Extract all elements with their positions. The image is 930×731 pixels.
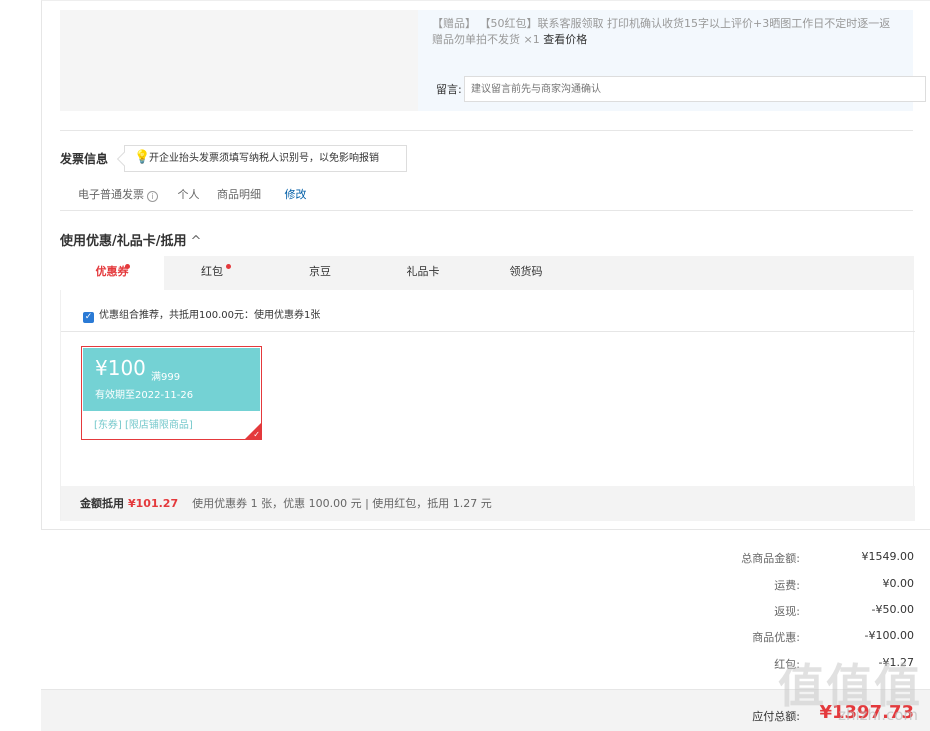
tab-redpacket[interactable]: 红包 — [164, 256, 260, 290]
view-price-link[interactable]: 查看价格 — [543, 33, 587, 46]
invoice-content: 商品明细 — [217, 188, 261, 201]
lightbulb-icon: 💡 — [134, 150, 151, 165]
coupon-tags: [东券] [限店铺限商品] — [94, 420, 193, 431]
combo-recommend[interactable]: ✓ 优惠组合推荐，共抵用100.00元：使用优惠券1张 — [83, 306, 320, 323]
total-row: 运费: ¥0.00 — [704, 577, 914, 597]
gift-description: 【赠品】 【50红包】联系客服领取 打印机确认收货15字以上评价+3晒图工作日不… — [432, 16, 902, 48]
notification-dot — [125, 264, 130, 269]
total-row: 返现: -¥50.00 — [704, 603, 914, 623]
invoice-type: 电子普通发票 — [78, 188, 144, 201]
total-value: ¥0.00 — [882, 577, 915, 590]
tab-giftcard[interactable]: 礼品卡 — [380, 256, 466, 290]
total-row: 商品优惠: -¥100.00 — [704, 629, 914, 649]
tab-coupon[interactable]: 优惠券 — [60, 256, 164, 290]
tab-label: 礼品卡 — [406, 265, 440, 278]
promo-section-title[interactable]: 使用优惠/礼品卡/抵用 ^ — [60, 230, 201, 249]
info-icon[interactable]: i — [147, 191, 158, 202]
divider — [60, 130, 913, 131]
gift-detail-area: 【赠品】 【50红包】联系客服领取 打印机确认收货15字以上评价+3晒图工作日不… — [418, 10, 926, 111]
coupon-card[interactable]: ¥100 满999 有效期至2022-11-26 [东券] [限店铺限商品] ✓ — [81, 346, 262, 440]
message-input[interactable] — [464, 76, 926, 102]
summary-amount: ¥101.27 — [128, 497, 179, 510]
tab-label: 领货码 — [509, 265, 543, 278]
gift-panel: 【赠品】 【50红包】联系客服领取 打印机确认收货15字以上评价+3晒图工作日不… — [60, 10, 926, 111]
message-label: 留言: — [436, 83, 462, 96]
checkbox-checked-icon[interactable]: ✓ — [83, 312, 94, 323]
discount-summary: 金额抵用 ¥101.27 使用优惠券 1 张，优惠 100.00 元 | 使用红包，… — [61, 486, 915, 521]
tab-pickup-code[interactable]: 领货码 — [486, 256, 566, 290]
summary-label: 金额抵用 — [80, 497, 124, 510]
total-row: 总商品金额: ¥1549.00 — [704, 550, 914, 570]
invoice-edit-link[interactable]: 修改 — [285, 186, 307, 202]
promo-body: ✓ 优惠组合推荐，共抵用100.00元：使用优惠券1张 ¥100 满999 有效期… — [60, 290, 915, 521]
notification-dot — [226, 264, 231, 269]
invoice-holder: 个人 — [177, 188, 200, 201]
total-label: 运费: — [774, 579, 800, 592]
total-value: ¥1549.00 — [861, 550, 915, 563]
total-value: -¥50.00 — [871, 603, 914, 616]
tab-jingdou[interactable]: 京豆 — [280, 256, 360, 290]
total-label: 总商品金额: — [741, 552, 800, 565]
tab-label: 优惠券 — [95, 265, 129, 278]
promo-tabs: 优惠券 红包 京豆 礼品卡 领货码 — [60, 256, 914, 290]
summary-detail: 使用优惠券 1 张，优惠 100.00 元 | 使用红包，抵用 1.27 元 — [192, 497, 492, 510]
total-label: 返现: — [774, 605, 800, 618]
invoice-tip-text: 开企业抬头发票须填写纳税人识别号，以免影响报销 — [149, 153, 379, 164]
combo-text: 优惠组合推荐，共抵用100.00元：使用优惠券1张 — [99, 310, 321, 321]
tab-label: 京豆 — [309, 265, 331, 278]
watermark-site: zhizhi.com — [838, 706, 918, 724]
total-label: 商品优惠: — [752, 631, 800, 644]
tab-label: 红包 — [201, 265, 223, 278]
divider — [61, 331, 915, 332]
coupon-condition: 满999 — [151, 372, 181, 383]
coupon-expiry: 有效期至2022-11-26 — [95, 390, 194, 401]
promo-title-text: 使用优惠/礼品卡/抵用 — [60, 234, 187, 249]
divider — [60, 210, 913, 211]
invoice-title: 发票信息 — [60, 152, 109, 166]
coupon-header: ¥100 满999 有效期至2022-11-26 — [83, 348, 260, 411]
chevron-up-icon[interactable]: ^ — [191, 234, 202, 249]
gift-text: 【赠品】 【50红包】联系客服领取 打印机确认收货15字以上评价+3晒图工作日不… — [432, 17, 891, 46]
invoice-tip: 💡 开企业抬头发票须填写纳税人识别号，以免影响报销 — [124, 145, 407, 172]
coupon-amount: ¥100 — [95, 356, 146, 380]
total-value: -¥100.00 — [864, 629, 914, 642]
check-icon: ✓ — [253, 430, 260, 439]
invoice-details: 电子普通发票 i 个人 商品明细 修改 — [78, 186, 307, 202]
